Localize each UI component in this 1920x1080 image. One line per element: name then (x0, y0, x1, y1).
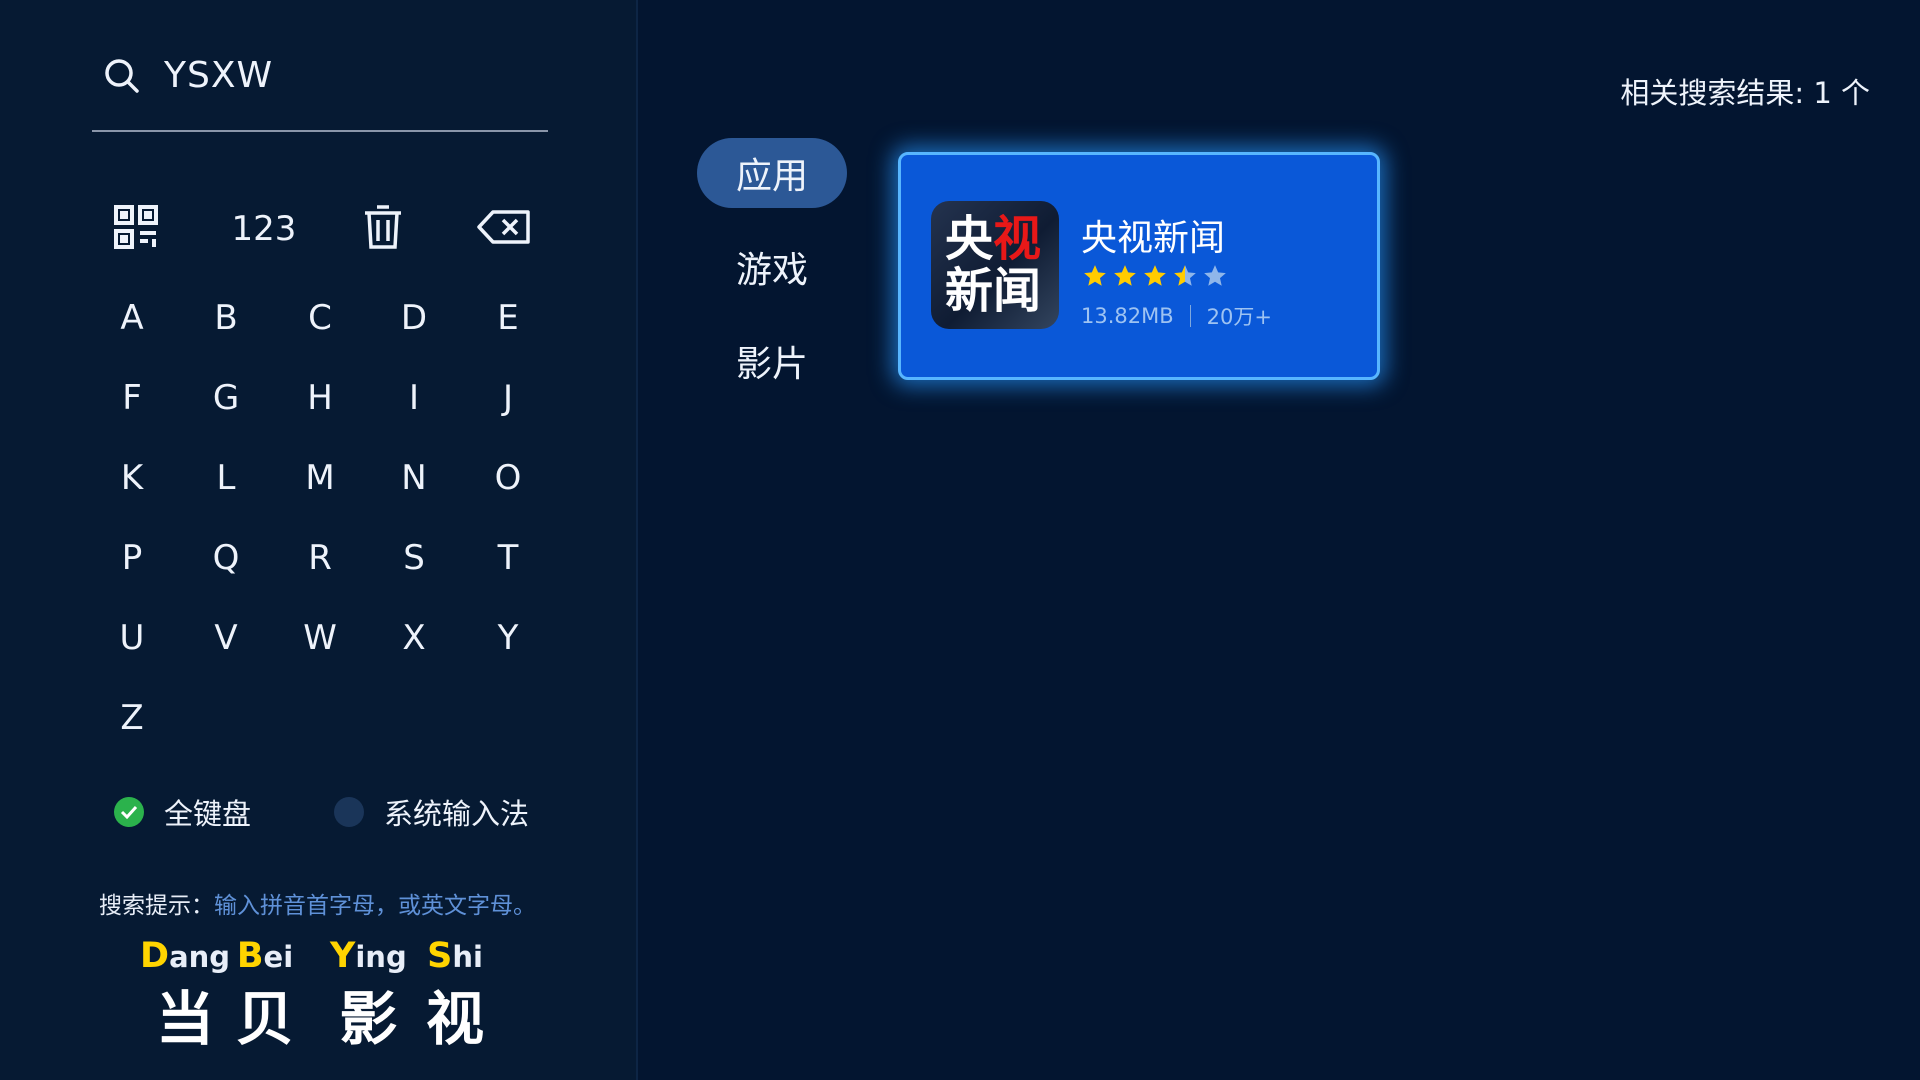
star-icon (1144, 265, 1166, 286)
star-icon (1114, 265, 1136, 286)
unchecked-radio-icon (334, 797, 364, 827)
key-f[interactable]: F (92, 368, 172, 428)
app-icon: 央视 新闻 (931, 201, 1059, 329)
key-l[interactable]: L (186, 448, 266, 508)
brand-pinyin: Bei (236, 936, 294, 976)
app-icon-text-2: 新闻 (945, 263, 1042, 319)
key-a[interactable]: A (92, 288, 172, 348)
key-q[interactable]: Q (186, 528, 266, 588)
key-v[interactable]: V (186, 608, 266, 668)
qr-code-button[interactable] (112, 196, 160, 262)
brand-pinyin-initial: B (236, 936, 264, 976)
key-c[interactable]: C (280, 288, 360, 348)
brand-pinyin: Shi (426, 936, 484, 976)
tab-1[interactable]: 游戏 (697, 232, 847, 302)
brand-pinyin: Ying (330, 936, 407, 976)
backspace-icon (477, 209, 531, 249)
app-downloads: 20万+ (1206, 305, 1272, 329)
system-input-label: 系统输入法 (384, 797, 530, 831)
tab-0[interactable]: 应用 (697, 138, 847, 208)
input-mode-selector: 全键盘 系统输入法 (110, 788, 570, 836)
brand-logo: Dang 当 Bei 贝 Ying 影 Shi 视 (140, 936, 520, 1056)
keyboard-panel: YSXW 123 A B C D E F G H I J K L M N O P… (0, 0, 638, 1080)
key-p[interactable]: P (92, 528, 172, 588)
app-result-card[interactable]: 央视 新闻 央视新闻 13.82MB 20万+ (898, 152, 1380, 380)
qr-code-icon (114, 205, 158, 253)
brand-pinyin-initial: D (140, 936, 170, 976)
brand-hanzi: 贝 (236, 985, 295, 1053)
key-y[interactable]: Y (468, 608, 548, 668)
key-u[interactable]: U (92, 608, 172, 668)
result-count: 相关搜索结果: 1 个 (1620, 76, 1870, 110)
key-t[interactable]: T (468, 528, 548, 588)
brand-char: Bei 贝 (236, 936, 294, 1056)
clear-button[interactable] (358, 196, 408, 262)
search-hint: 搜索提示：输入拼音首字母，或英文字母。 (99, 886, 536, 920)
brand-pinyin-rest: ang (169, 940, 231, 974)
backspace-button[interactable] (474, 196, 534, 262)
search-box[interactable]: YSXW (92, 48, 548, 132)
app-size: 13.82MB (1081, 304, 1174, 328)
search-hint-text: 输入拼音首字母，或英文字母。 (214, 893, 536, 919)
app-icon-text-red: 视 (993, 211, 1042, 267)
brand-pinyin-rest: ei (263, 940, 294, 974)
meta-divider (1189, 305, 1191, 327)
brand-pinyin: Dang (140, 936, 230, 976)
key-g[interactable]: G (186, 368, 266, 428)
search-hint-label: 搜索提示： (99, 893, 214, 919)
key-x[interactable]: X (374, 608, 454, 668)
checked-radio-icon (114, 797, 144, 827)
key-w[interactable]: W (280, 608, 360, 668)
key-o[interactable]: O (468, 448, 548, 508)
star-icon (1174, 265, 1196, 286)
brand-pinyin-rest: hi (452, 940, 483, 974)
system-input-option[interactable]: 系统输入法 (334, 788, 529, 836)
key-h[interactable]: H (280, 368, 360, 428)
brand-pinyin-rest: ing (355, 940, 407, 974)
brand-char: Shi 视 (426, 936, 484, 1056)
app-meta: 13.82MB 20万+ (1081, 301, 1272, 331)
keyboard-toolbar: 123 (92, 196, 548, 262)
app-icon-text-1: 央 (945, 211, 994, 267)
key-j[interactable]: J (468, 368, 548, 428)
app-name: 央视新闻 (1081, 218, 1226, 259)
key-b[interactable]: B (186, 288, 266, 348)
full-keyboard-label: 全键盘 (164, 797, 252, 831)
brand-char: Ying 影 (330, 936, 407, 1056)
brand-pinyin-initial: Y (330, 936, 356, 976)
tab-2[interactable]: 影片 (697, 326, 847, 396)
number-keyboard-button[interactable]: 123 (214, 196, 314, 262)
key-i[interactable]: I (374, 368, 454, 428)
star-icon (1204, 265, 1226, 286)
key-k[interactable]: K (92, 448, 172, 508)
brand-hanzi: 影 (339, 985, 398, 1053)
brand-char: Dang 当 (140, 936, 230, 1056)
trash-icon (363, 205, 403, 253)
brand-hanzi: 当 (156, 985, 215, 1053)
full-keyboard-option[interactable]: 全键盘 (114, 788, 251, 836)
brand-pinyin-initial: S (427, 936, 453, 976)
search-query-text: YSXW (164, 55, 274, 96)
key-n[interactable]: N (374, 448, 454, 508)
key-m[interactable]: M (280, 448, 360, 508)
key-e[interactable]: E (468, 288, 548, 348)
star-icon (1084, 265, 1106, 286)
key-d[interactable]: D (374, 288, 454, 348)
key-z[interactable]: Z (92, 688, 172, 748)
search-icon (102, 56, 142, 96)
key-s[interactable]: S (374, 528, 454, 588)
brand-hanzi: 视 (426, 985, 485, 1053)
key-r[interactable]: R (280, 528, 360, 588)
app-rating (1081, 263, 1229, 289)
